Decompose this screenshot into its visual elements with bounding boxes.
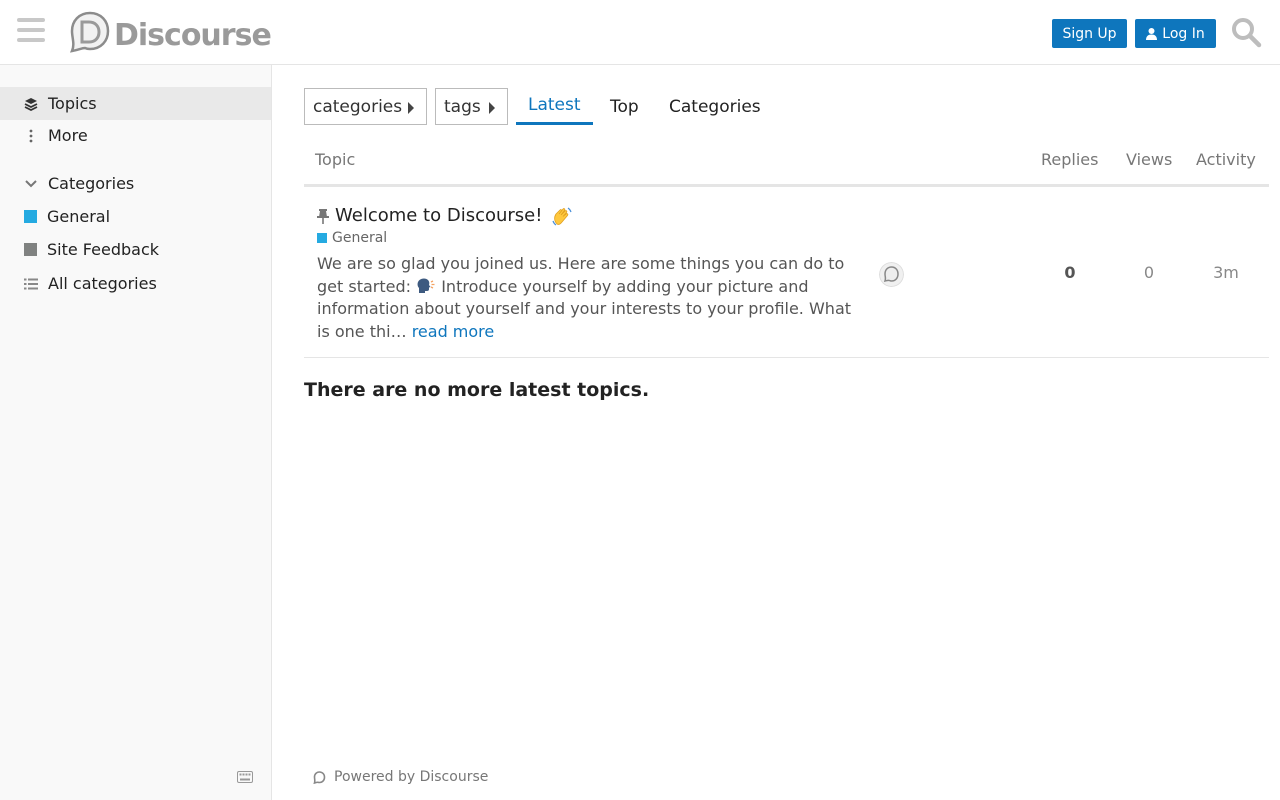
sidebar-item-label: All categories [48, 274, 157, 293]
categories-dropdown-label: categories [313, 96, 403, 117]
keyboard-icon[interactable] [237, 771, 253, 783]
category-badge[interactable]: General [317, 230, 387, 246]
category-badge-label: General [332, 230, 388, 246]
column-header-activity[interactable]: Activity [1196, 150, 1256, 169]
category-color-swatch [24, 243, 37, 256]
powered-by-link[interactable]: Powered by Discourse [313, 769, 488, 785]
speaking-head-emoji-icon [417, 278, 435, 293]
column-header-topic: Topic [315, 150, 356, 169]
caret-right-icon [408, 102, 414, 114]
poster-avatar[interactable] [879, 262, 904, 287]
sidebar-item-more[interactable]: More [0, 119, 271, 152]
user-icon [1146, 27, 1158, 40]
hamburger-menu-icon[interactable] [17, 18, 45, 46]
caret-right-icon [489, 102, 495, 114]
powered-by-label: Powered by Discourse [334, 769, 489, 785]
sidebar-item-label: Site Feedback [47, 240, 159, 259]
tab-top[interactable]: Top [598, 88, 651, 125]
sidebar-section-heading: Categories [48, 174, 135, 193]
tags-dropdown[interactable]: tags [435, 88, 508, 125]
views-count: 0 [1143, 263, 1155, 282]
category-color-swatch [24, 210, 37, 223]
table-header-divider [304, 184, 1269, 187]
tab-latest[interactable]: Latest [516, 88, 593, 125]
sidebar-item-all-categories[interactable]: All categories [0, 267, 271, 300]
sidebar-item-topics[interactable]: Topics [0, 87, 271, 120]
sidebar-item-site-feedback[interactable]: Site Feedback [0, 233, 271, 266]
tab-categories[interactable]: Categories [657, 88, 773, 125]
replies-count: 0 [1064, 263, 1076, 282]
table-row-divider [304, 357, 1269, 358]
waving-hand-emoji-icon [552, 207, 572, 226]
vertical-ellipsis-icon [29, 129, 33, 142]
site-header: Discourse Sign Up Log In [0, 0, 1280, 65]
categories-dropdown[interactable]: categories [304, 88, 427, 125]
chevron-down-icon [25, 179, 37, 187]
sidebar-item-label: Topics [48, 94, 97, 113]
discourse-small-icon [313, 770, 326, 784]
pin-icon [317, 209, 329, 224]
topic-title-link[interactable]: Welcome to Discourse! [335, 205, 542, 226]
sign-up-button[interactable]: Sign Up [1052, 19, 1127, 48]
layers-icon [24, 97, 38, 111]
search-icon[interactable] [1230, 16, 1262, 48]
column-header-views[interactable]: Views [1126, 150, 1172, 169]
sidebar-item-label: General [47, 207, 111, 226]
sidebar-item-label: More [48, 126, 88, 145]
log-in-button[interactable]: Log In [1135, 19, 1216, 48]
read-more-link[interactable]: read more [412, 322, 495, 341]
sidebar-item-general[interactable]: General [0, 200, 271, 233]
no-more-topics-message: There are no more latest topics. [304, 379, 650, 401]
list-icon [24, 278, 38, 289]
activity-time[interactable]: 3m [1196, 263, 1256, 282]
sidebar: Topics More Categories General Site Feed… [0, 65, 272, 800]
tags-dropdown-label: tags [444, 96, 481, 117]
topic-excerpt: We are so glad you joined us. Here are s… [317, 253, 857, 343]
logo-wordmark: Discourse [114, 17, 272, 53]
discourse-logo-icon [69, 11, 110, 53]
column-header-replies[interactable]: Replies [1041, 150, 1098, 169]
sidebar-categories-toggle[interactable]: Categories [0, 167, 271, 200]
site-logo[interactable]: Discourse [68, 10, 272, 54]
log-in-label: Log In [1162, 25, 1205, 42]
category-color-swatch [317, 233, 327, 243]
